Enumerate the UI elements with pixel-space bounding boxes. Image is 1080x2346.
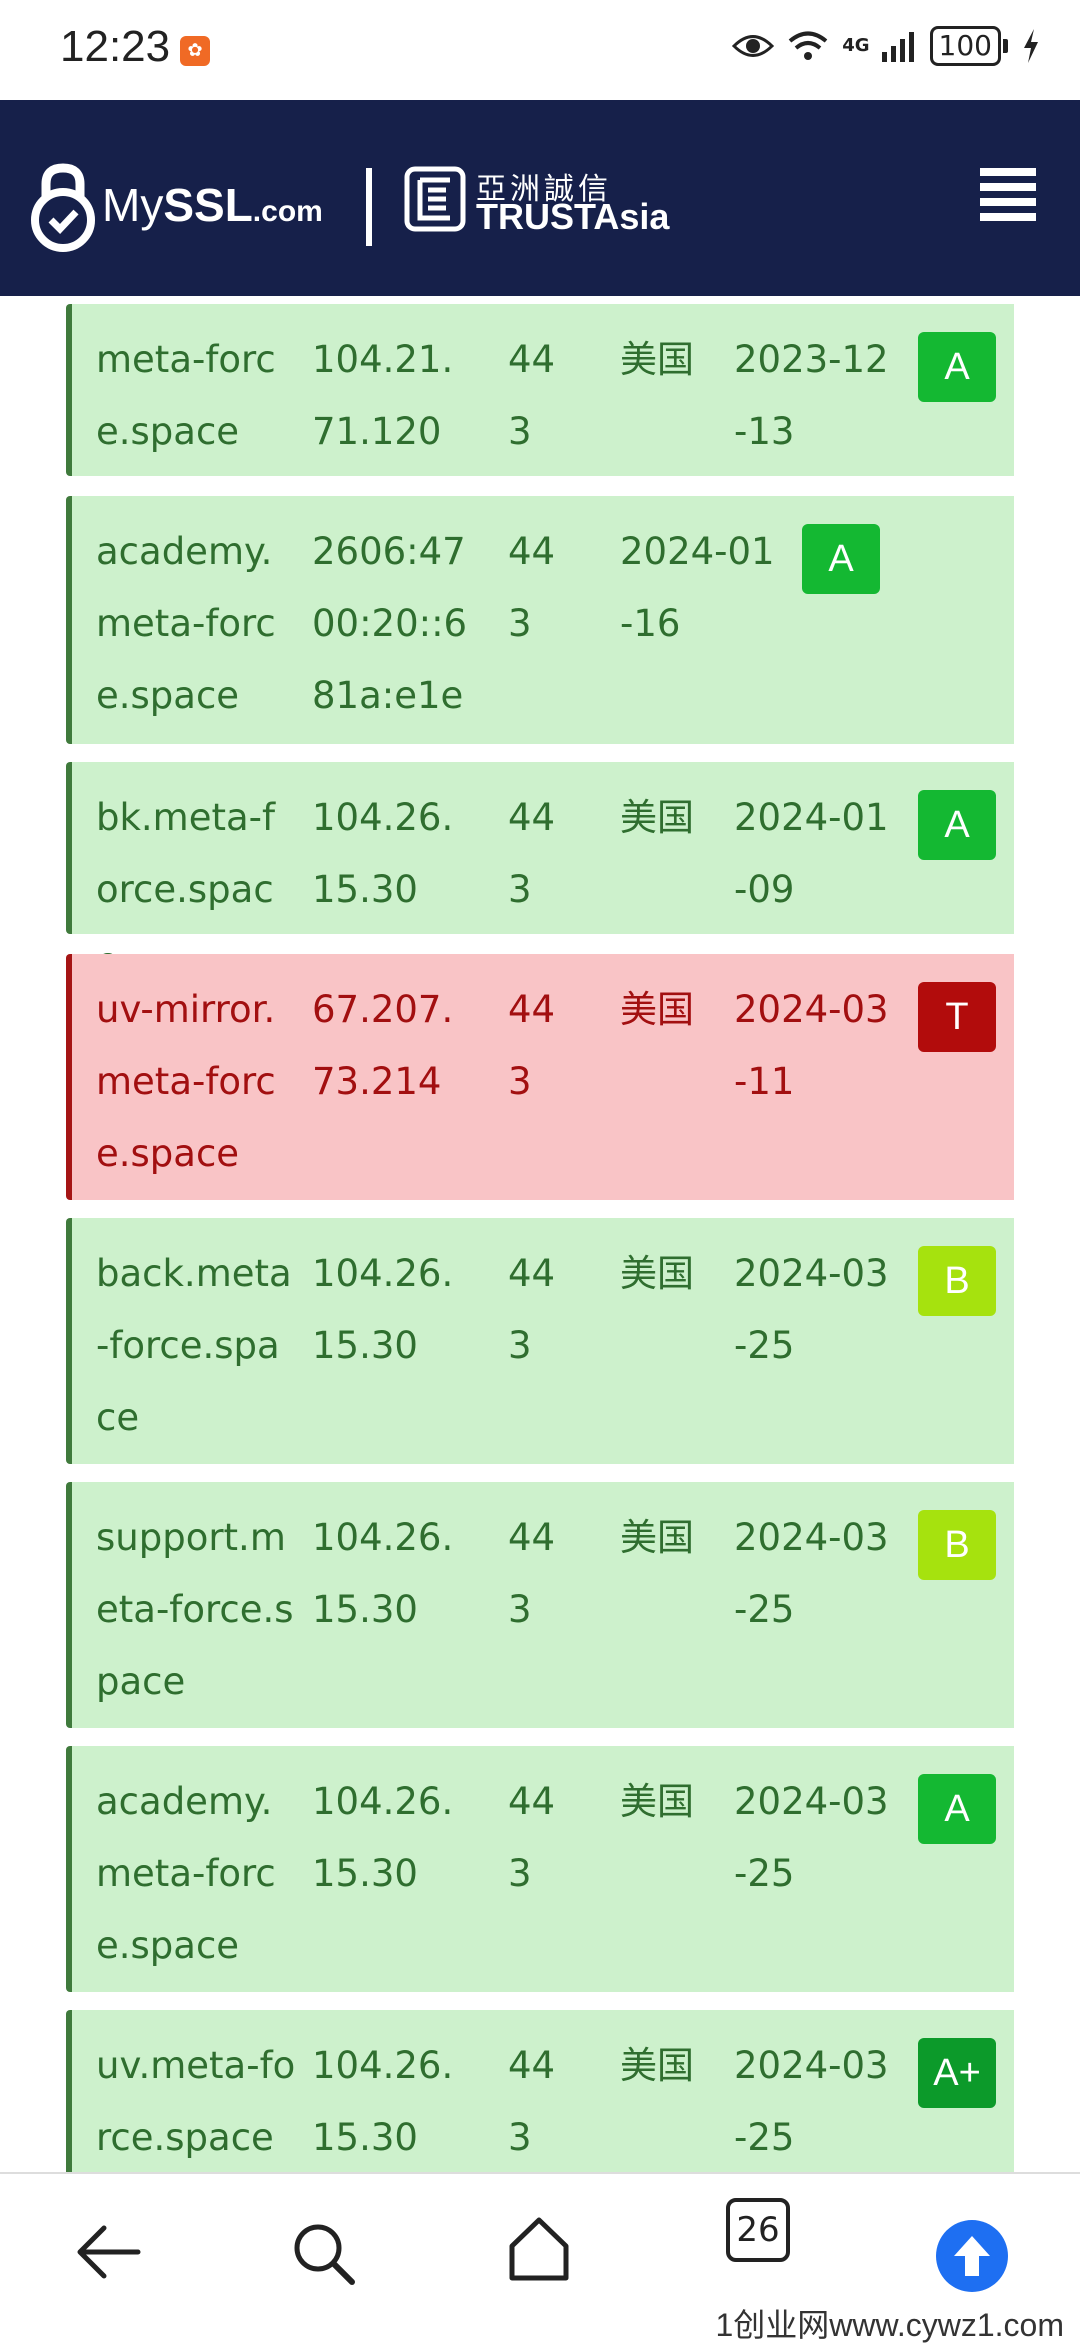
row-country: 美国 [620, 796, 694, 839]
grade-badge[interactable]: A [918, 790, 996, 860]
scroll-up-icon[interactable] [936, 2220, 1008, 2292]
home-icon[interactable] [506, 2216, 572, 2282]
notification-app-icon: ✿ [180, 36, 210, 66]
table-row[interactable]: uv.meta-force.space 104.26.15.30 443 美国 2024… [66, 2010, 1014, 2172]
row-port: 443 [508, 1516, 556, 1631]
grade-badge[interactable]: A [918, 1774, 996, 1844]
network-type: 4G [842, 35, 870, 56]
trustasia-english-name: TRUSTAsia [476, 196, 670, 237]
row-country: 美国 [620, 1780, 694, 1823]
grade-badge[interactable]: A [802, 524, 880, 594]
row-port: 443 [508, 2044, 556, 2159]
grade-badge[interactable]: A [918, 332, 996, 402]
myssl-lock-logo-icon[interactable] [28, 160, 98, 252]
row-country: 美国 [620, 1252, 694, 1295]
row-ip: 2606:4700:20::681a:e1e [312, 530, 468, 717]
row-ip: 104.21.71.120 [312, 338, 454, 453]
row-host: support.meta-force.space [96, 1516, 294, 1703]
grade-badge[interactable]: T [918, 982, 996, 1052]
back-arrow-icon[interactable] [76, 2222, 142, 2282]
row-date: 2024-01-16 [620, 530, 775, 645]
table-row[interactable]: academy.meta-force.space 2606:4700:20::68… [66, 496, 1014, 744]
status-icons: 4G 100 [732, 26, 1040, 66]
row-port: 443 [508, 988, 556, 1103]
table-row[interactable]: support.meta-force.space 104.26.15.30 443 美… [66, 1482, 1014, 1728]
grade-badge[interactable]: B [918, 1510, 996, 1580]
row-country: 美国 [620, 988, 694, 1031]
brand-ssl: SSL [163, 179, 253, 231]
row-port: 443 [508, 1252, 556, 1367]
row-ip: 104.26.15.30 [312, 2044, 454, 2159]
grade-badge[interactable]: A+ [918, 2038, 996, 2108]
row-date: 2024-01-09 [734, 796, 889, 911]
row-host: back.meta-force.space [96, 1252, 292, 1439]
row-host: academy.meta-force.space [96, 1780, 276, 1967]
brand-domain: .com [252, 195, 323, 228]
row-host: academy.meta-force.space [96, 530, 276, 717]
row-ip: 104.26.15.30 [312, 796, 454, 911]
battery-icon: 100 [929, 26, 1008, 66]
grade-badge[interactable]: B [918, 1246, 996, 1316]
trustasia-logo-icon [404, 166, 466, 232]
row-country: 美国 [620, 338, 694, 381]
row-date: 2024-03-25 [734, 1780, 889, 1895]
row-port: 443 [508, 1780, 556, 1895]
row-country: 美国 [620, 1516, 694, 1559]
tabs-icon[interactable]: 26 [726, 2198, 790, 2262]
row-ip: 104.26.15.30 [312, 1780, 454, 1895]
row-date: 2024-03-25 [734, 2044, 889, 2159]
table-row[interactable]: uv-mirror.meta-force.space 67.207.73.214 4… [66, 954, 1014, 1200]
brand-my: My [102, 179, 164, 231]
eye-icon [732, 35, 775, 57]
table-row[interactable]: meta-force.space 104.21.71.120 443 美国 2023-1… [66, 304, 1014, 476]
row-port: 443 [508, 796, 556, 911]
row-ip: 104.26.15.30 [312, 1516, 454, 1631]
row-host: meta-force.space [96, 338, 276, 453]
hamburger-menu-icon[interactable] [980, 168, 1036, 222]
row-port: 443 [508, 530, 556, 645]
watermark-text: 1创业网www.cywz1.com [715, 2307, 1064, 2343]
myssl-brand[interactable]: MySSL.com [102, 178, 323, 232]
table-row[interactable]: academy.meta-force.space 104.26.15.30 443 美… [66, 1746, 1014, 1992]
row-country: 美国 [620, 2044, 694, 2087]
row-date: 2023-12-13 [734, 338, 889, 453]
row-host: uv.meta-force.space [96, 2044, 296, 2159]
table-row[interactable]: back.meta-force.space 104.26.15.30 443 美国 20… [66, 1218, 1014, 1464]
scan-results-list[interactable]: meta-force.space 104.21.71.120 443 美国 2023-1… [0, 296, 1080, 2172]
status-time: 12:23 [60, 22, 171, 71]
row-date: 2024-03-11 [734, 988, 889, 1103]
row-host: uv-mirror.meta-force.space [96, 988, 276, 1175]
row-ip: 104.26.15.30 [312, 1252, 454, 1367]
wifi-icon [788, 31, 828, 60]
search-icon[interactable] [292, 2222, 356, 2286]
header-divider [366, 168, 372, 246]
status-bar: 12:23 ✿ 4G 100 [0, 0, 1080, 100]
row-date: 2024-03-25 [734, 1252, 889, 1367]
battery-level: 100 [929, 26, 1001, 66]
signal-icon [881, 32, 914, 62]
row-ip: 67.207.73.214 [312, 988, 454, 1103]
charging-icon [1024, 29, 1038, 63]
table-row[interactable]: bk.meta-force.space104.26.15.30443美国2024… [66, 762, 1014, 983]
row-port: 443 [508, 338, 556, 453]
row-date: 2024-03-25 [734, 1516, 889, 1631]
